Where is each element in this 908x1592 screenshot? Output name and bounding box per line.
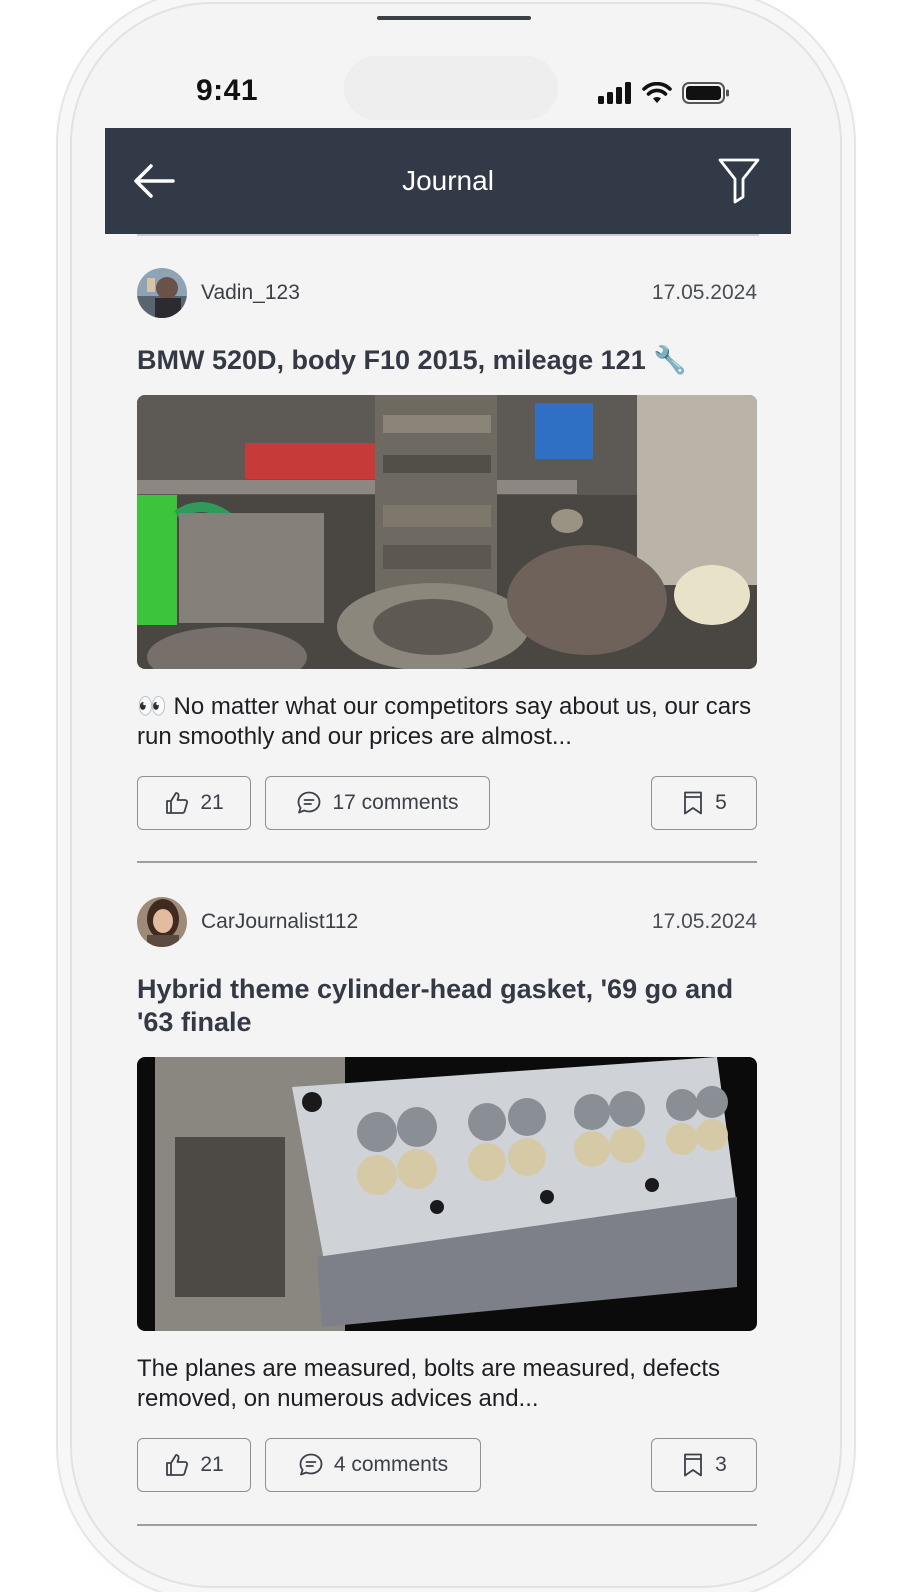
page-title: Journal xyxy=(402,165,494,196)
device-side-button xyxy=(64,432,70,528)
battery-icon xyxy=(682,82,729,104)
signal-icon xyxy=(598,82,631,104)
post-divider xyxy=(137,1524,757,1526)
comments-button[interactable]: 17 comments xyxy=(265,776,490,830)
header-underline xyxy=(137,234,759,236)
like-count: 21 xyxy=(200,1453,224,1476)
bookmark-count: 5 xyxy=(715,791,727,814)
post-author-row: Vadin_123 17.05.2024 xyxy=(137,268,757,320)
comments-count: 17 comments xyxy=(332,791,459,814)
like-button[interactable]: 21 xyxy=(137,776,251,830)
bookmark-button[interactable]: 3 xyxy=(651,1438,757,1492)
post-title[interactable]: Hybrid theme cylinder-head gasket, '69 g… xyxy=(137,973,757,1039)
status-time: 9:41 xyxy=(196,74,259,107)
post-card: Vadin_123 17.05.2024 BMW 520D, body F10 … xyxy=(137,268,757,830)
post-card: CarJournalist112 17.05.2024 Hybrid theme… xyxy=(137,897,757,1497)
thumbs-up-icon xyxy=(166,1454,189,1476)
bookmark-button[interactable]: 5 xyxy=(651,776,757,830)
comment-icon xyxy=(298,791,321,814)
arrow-left-icon[interactable] xyxy=(133,161,175,201)
comments-button[interactable]: 4 comments xyxy=(265,1438,481,1492)
filter-icon[interactable] xyxy=(718,157,760,205)
bookmark-count: 3 xyxy=(715,1453,727,1476)
bookmark-icon xyxy=(684,791,703,815)
post-excerpt: The planes are measured, bolts are measu… xyxy=(137,1355,720,1412)
post-author[interactable]: CarJournalist112 xyxy=(201,910,358,934)
post-author[interactable]: Vadin_123 xyxy=(201,281,300,305)
post-title[interactable]: BMW 520D, body F10 2015, mileage 121 🔧 xyxy=(137,344,757,377)
avatar[interactable] xyxy=(137,897,187,947)
app-header: Journal xyxy=(105,128,791,234)
post-date: 17.05.2024 xyxy=(651,910,757,933)
comments-count: 4 comments xyxy=(333,1453,449,1476)
post-image[interactable] xyxy=(137,395,757,669)
phone-screen: 9:41 Journal Vadin_123 17.05.2024 BMW 52… xyxy=(72,4,840,1586)
dynamic-island xyxy=(344,56,558,120)
avatar[interactable] xyxy=(137,268,187,318)
like-count: 21 xyxy=(200,791,224,814)
like-button[interactable]: 21 xyxy=(137,1438,251,1492)
post-divider xyxy=(137,861,757,863)
post-date: 17.05.2024 xyxy=(651,281,757,304)
device-side-button xyxy=(64,318,70,414)
post-author-row: CarJournalist112 17.05.2024 xyxy=(137,897,757,949)
thumbs-up-icon xyxy=(166,792,189,814)
comment-icon xyxy=(299,1453,323,1476)
speaker-slot xyxy=(377,16,531,20)
bookmark-icon xyxy=(684,1453,703,1477)
status-icons xyxy=(598,78,730,108)
wifi-icon xyxy=(642,82,672,103)
post-excerpt: 👀 No matter what our competitors say abo… xyxy=(137,693,752,750)
post-image[interactable] xyxy=(137,1057,757,1331)
